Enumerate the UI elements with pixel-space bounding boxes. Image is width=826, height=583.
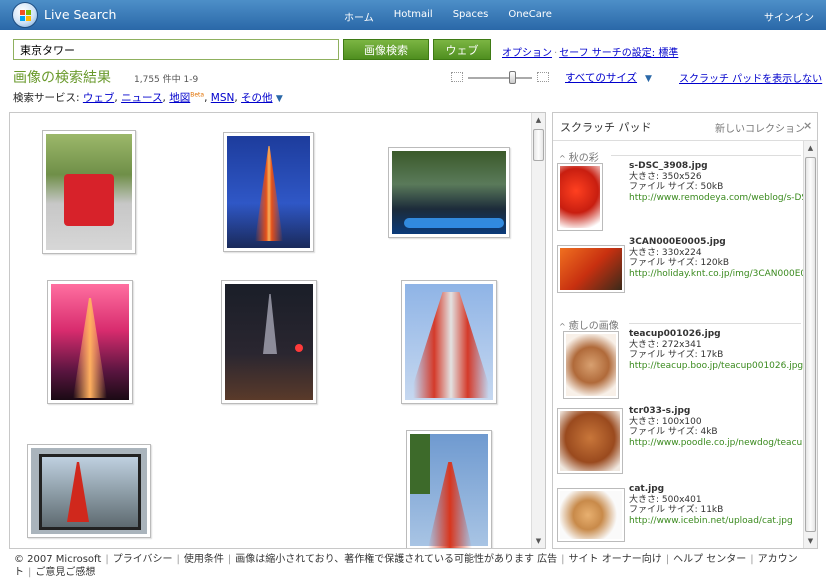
results-count: 1,755 件中 1-9 — [134, 75, 199, 85]
scratchpad-item[interactable]: cat.jpg 大きさ: 500x401 ファイル サイズ: 11kB http… — [555, 484, 803, 548]
search-input[interactable] — [13, 39, 339, 60]
scroll-down-arrow-icon[interactable]: ▼ — [532, 534, 545, 548]
service-more[interactable]: その他 — [241, 92, 273, 104]
thumbnail-size-control — [451, 71, 551, 85]
result-thumb-tower-closeup[interactable] — [401, 280, 497, 404]
result-thumb-tower-night-blue[interactable] — [223, 132, 314, 252]
scratchpad-list: ^ 秋の彩 s-DSC_3908.jpg 大きさ: 350x526 ファイル サイ… — [553, 141, 803, 548]
result-thumb-observation-deck[interactable] — [388, 147, 510, 238]
scratchpad-item[interactable]: s-DSC_3908.jpg 大きさ: 350x526 ファイル サイズ: 50… — [555, 161, 803, 235]
size-slider-knob[interactable] — [508, 71, 516, 84]
footer-feedback[interactable]: ご意見ご感想 — [35, 567, 95, 578]
service-news[interactable]: ニュース — [121, 92, 162, 104]
web-search-button[interactable]: ウェブ — [433, 39, 491, 60]
scratchpad-item[interactable]: 3CAN000E0005.jpg 大きさ: 330x224 ファイル サイズ: … — [555, 237, 803, 311]
triangle-down-icon[interactable]: ▼ — [276, 94, 283, 104]
result-thumb-tower-city-night[interactable] — [221, 280, 317, 404]
group-divider — [629, 323, 801, 324]
image-search-button[interactable]: 画像検索 — [343, 39, 429, 60]
result-thumb-tower-sunset[interactable] — [47, 280, 133, 404]
scratchpad-item-thumb[interactable] — [557, 245, 625, 293]
results-scrollbar[interactable]: ▲ ▼ — [531, 113, 545, 548]
scratchpad-item-meta: tcr033-s.jpg 大きさ: 100x100 ファイル サイズ: 4kB … — [629, 406, 803, 448]
scratchpad-item-thumb[interactable] — [557, 163, 603, 231]
size-filter: すべてのサイズ ▼ — [565, 70, 652, 85]
nav-onecare[interactable]: OneCare — [508, 9, 552, 24]
top-bar: Live Search ホーム Hotmail Spaces OneCare サ… — [0, 0, 826, 30]
scratchpad-item-thumb[interactable] — [563, 331, 619, 399]
services-label: 検索サービス: — [13, 92, 83, 104]
safesearch-link[interactable]: セーフ サーチの設定: 標準 — [559, 48, 678, 59]
footer-site-owners[interactable]: サイト オーナー向け — [569, 554, 662, 565]
options-separator: · — [554, 48, 558, 59]
scroll-up-arrow-icon[interactable]: ▲ — [804, 141, 817, 155]
scroll-up-arrow-icon[interactable]: ▲ — [532, 113, 545, 127]
scratchpad-item-thumb[interactable] — [557, 408, 623, 474]
image-results-grid: ▲ ▼ — [9, 112, 546, 549]
footer-help[interactable]: ヘルプ センター — [673, 554, 746, 565]
close-icon[interactable]: × — [803, 119, 812, 132]
windows-live-icon[interactable] — [12, 2, 38, 28]
scratchpad-item[interactable]: teacup001026.jpg 大きさ: 272x341 ファイル サイズ: … — [555, 329, 803, 403]
service-msn[interactable]: MSN — [211, 92, 235, 104]
footer: © 2007 Microsoft | プライバシー | 使用条件 | 画像は縮小されており、… — [14, 554, 798, 578]
scratchpad-item-meta: 3CAN000E0005.jpg 大きさ: 330x224 ファイル サイズ: … — [629, 237, 803, 279]
beta-badge: Beta — [190, 91, 205, 99]
search-options: オプション · セーフ サーチの設定: 標準 — [502, 44, 678, 59]
result-thumb-love-sculpture[interactable] — [42, 130, 136, 254]
nav-spaces[interactable]: Spaces — [453, 9, 489, 24]
small-grid-icon[interactable] — [451, 72, 463, 82]
results-scroll-thumb[interactable] — [533, 129, 544, 161]
result-thumb-tower-daytime[interactable] — [406, 430, 492, 548]
scratchpad-scrollbar[interactable]: ▲ ▼ — [803, 141, 817, 548]
scratchpad-item-thumb[interactable] — [557, 488, 625, 542]
nav-home[interactable]: ホーム — [344, 9, 374, 24]
scratchpad-scroll-thumb[interactable] — [805, 157, 816, 532]
scratchpad-title: スクラッチ パッド — [560, 121, 652, 134]
service-maps[interactable]: 地図 — [169, 92, 190, 104]
scratchpad-panel: スクラッチ パッド 新しいコレクション × ^ 秋の彩 s-DSC_3908.jp… — [552, 112, 818, 549]
all-sizes-dropdown[interactable]: すべてのサイズ — [565, 72, 637, 84]
nav-hotmail[interactable]: Hotmail — [394, 9, 433, 24]
footer-privacy[interactable]: プライバシー — [113, 554, 173, 565]
footer-terms[interactable]: 使用条件 — [184, 554, 224, 565]
hide-scratchpad-link[interactable]: スクラッチ パッドを表示しない — [679, 70, 822, 85]
signin-link[interactable]: サインイン — [764, 9, 814, 24]
footer-ads[interactable]: 広告 — [537, 554, 557, 565]
service-web[interactable]: ウェブ — [83, 92, 115, 104]
scratchpad-item-meta: s-DSC_3908.jpg 大きさ: 350x526 ファイル サイズ: 50… — [629, 161, 803, 203]
brand-name[interactable]: Live Search — [44, 7, 116, 22]
chevron-down-icon[interactable]: ▼ — [645, 74, 652, 84]
size-slider-track[interactable] — [468, 77, 532, 79]
group-divider — [611, 155, 801, 156]
large-grid-icon[interactable] — [537, 72, 549, 82]
results-title: 画像の検索結果 — [13, 70, 111, 86]
result-thumb-tv-screen[interactable] — [27, 444, 151, 538]
search-services: 検索サービス: ウェブ, ニュース, 地図Beta, MSN, その他 ▼ — [13, 91, 283, 105]
new-collection-link[interactable]: 新しいコレクション — [715, 120, 805, 135]
scratchpad-item-meta: cat.jpg 大きさ: 500x401 ファイル サイズ: 11kB http… — [629, 484, 793, 526]
footer-notice: 画像は縮小されており、著作権で保護されている可能性があります — [235, 554, 534, 565]
options-link[interactable]: オプション — [502, 48, 552, 59]
scroll-down-arrow-icon[interactable]: ▼ — [804, 534, 817, 548]
scratchpad-item[interactable]: tcr033-s.jpg 大きさ: 100x100 ファイル サイズ: 4kB … — [555, 406, 803, 480]
top-nav: ホーム Hotmail Spaces OneCare — [344, 9, 552, 24]
copyright: © 2007 Microsoft — [14, 554, 102, 565]
scratchpad-item-meta: teacup001026.jpg 大きさ: 272x341 ファイル サイズ: … — [629, 329, 803, 371]
